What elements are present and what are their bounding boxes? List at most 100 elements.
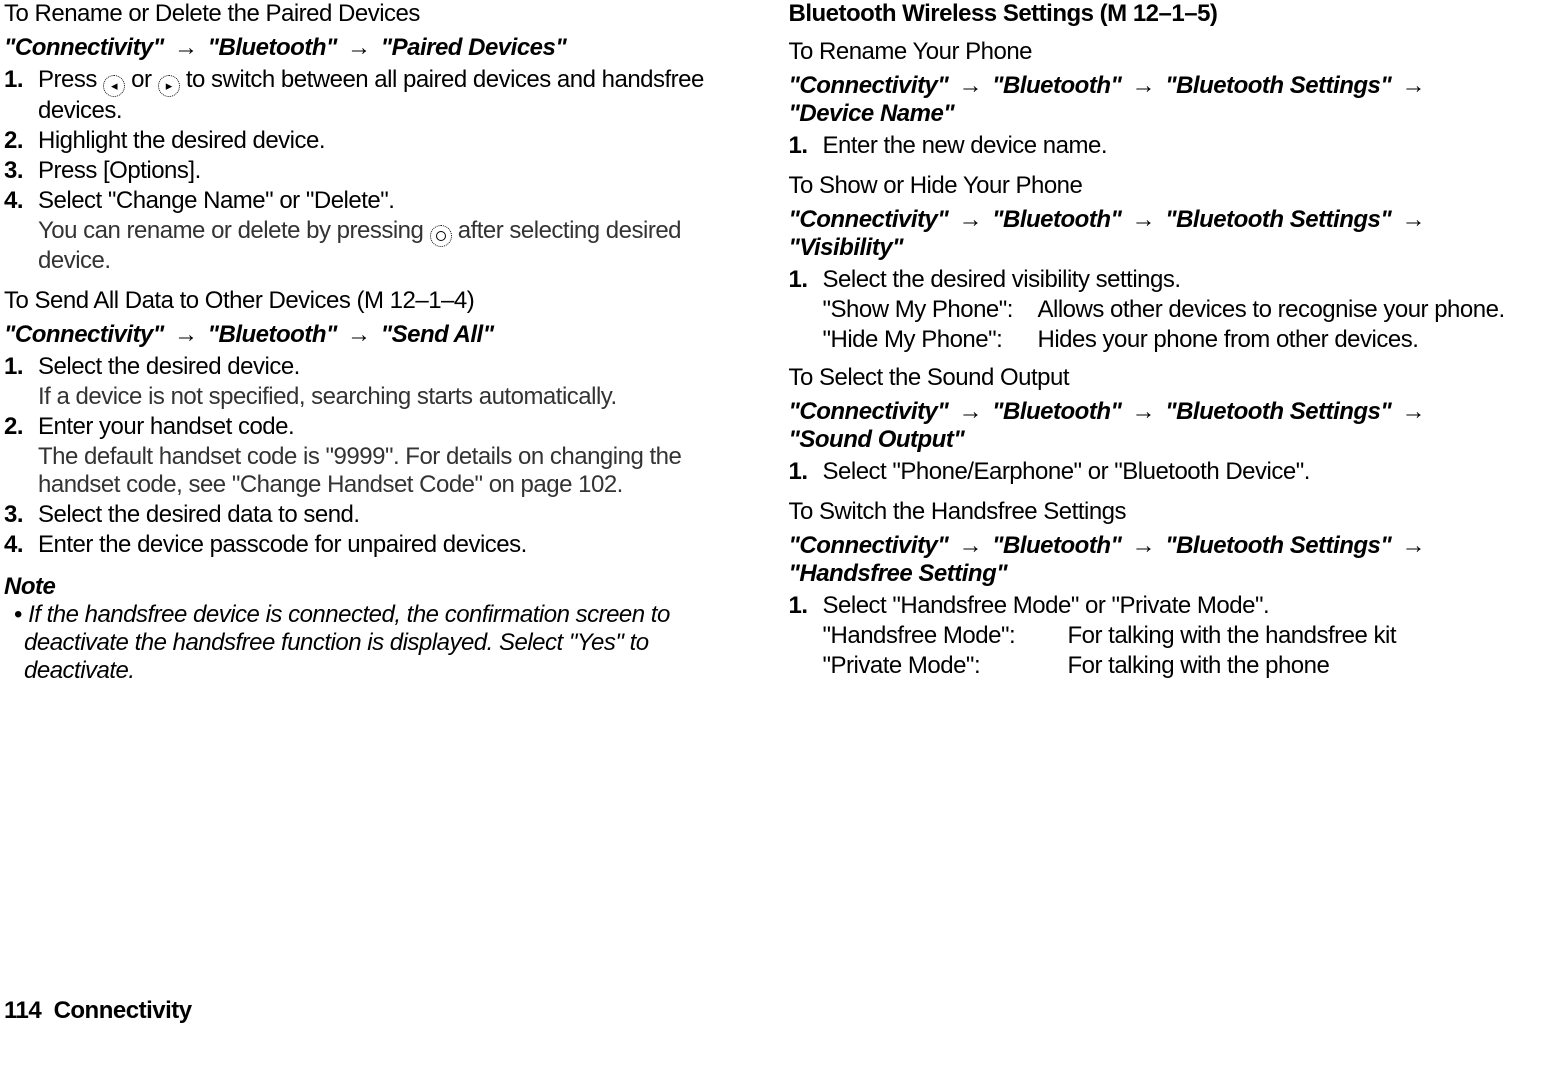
heading-bt-settings: Bluetooth Wireless Settings (M 12–1–5) xyxy=(789,0,1514,28)
arrow-icon: → xyxy=(343,34,375,62)
right-key-icon: ▸ xyxy=(158,75,180,97)
step-item: 1. Select "Phone/Earphone" or "Bluetooth… xyxy=(789,458,1514,486)
breadcrumb-handsfree: "Connectivity" → "Bluetooth" → "Bluetoot… xyxy=(789,532,1514,588)
step-text: Select the desired visibility settings. xyxy=(823,266,1514,294)
text-part: Select the desired device. xyxy=(38,353,300,380)
breadcrumb-device-name: "Connectivity" → "Bluetooth" → "Bluetoot… xyxy=(789,72,1514,128)
bc-part: "Bluetooth Settings" xyxy=(1165,532,1391,559)
step-text: Enter the device passcode for unpaired d… xyxy=(38,531,729,559)
step-text: Enter your handset code. The default han… xyxy=(38,413,729,499)
breadcrumb-sound-output: "Connectivity" → "Bluetooth" → "Bluetoot… xyxy=(789,398,1514,454)
breadcrumb-visibility: "Connectivity" → "Bluetooth" → "Bluetoot… xyxy=(789,206,1514,262)
step-text: Highlight the desired device. xyxy=(38,127,729,155)
left-column: To Rename or Delete the Paired Devices "… xyxy=(0,0,729,1025)
def-term-handsfree-mode: "Handsfree Mode": xyxy=(823,622,1068,650)
text-part: Select "Change Name" or "Delete". xyxy=(38,187,394,214)
heading-rename-delete: To Rename or Delete the Paired Devices xyxy=(4,0,729,28)
step-text: Select "Change Name" or "Delete". You ca… xyxy=(38,187,729,275)
heading-send-all: To Send All Data to Other Devices (M 12–… xyxy=(4,287,729,315)
step-number: 1. xyxy=(789,132,823,160)
step-item: 1. Select the desired visibility setting… xyxy=(789,266,1514,294)
step-text: Select "Handsfree Mode" or "Private Mode… xyxy=(823,592,1514,620)
bc-part: "Bluetooth" xyxy=(208,321,337,348)
definition-row: "Private Mode": For talking with the pho… xyxy=(789,652,1514,680)
step-number: 3. xyxy=(4,501,38,529)
step-item: 1. Select the desired device. If a devic… xyxy=(4,353,729,411)
bc-part: "Sound Output" xyxy=(789,426,965,453)
note-heading: Note xyxy=(4,573,729,601)
step-item: 2. Highlight the desired device. xyxy=(4,127,729,155)
step-item: 4. Select "Change Name" or "Delete". You… xyxy=(4,187,729,275)
arrow-icon: → xyxy=(954,398,986,426)
step-number: 1. xyxy=(4,353,38,381)
heading-text: To Send All Data to Other Devices xyxy=(4,287,357,314)
step-number: 4. xyxy=(4,531,38,559)
bc-part: "Send All" xyxy=(381,321,494,348)
bc-part: "Bluetooth" xyxy=(992,206,1121,233)
steps-rename-delete: 1. Press ◂ or ▸ to switch between all pa… xyxy=(4,66,729,275)
bc-part: "Bluetooth Settings" xyxy=(1165,398,1391,425)
steps-send-all: 1. Select the desired device. If a devic… xyxy=(4,353,729,559)
heading-text: Bluetooth Wireless Settings xyxy=(789,0,1100,27)
breadcrumb-paired-devices: "Connectivity" → "Bluetooth" → "Paired D… xyxy=(4,34,729,62)
arrow-icon: → xyxy=(1128,532,1160,560)
arrow-icon: → xyxy=(954,532,986,560)
step-text: Select the desired data to send. xyxy=(38,501,729,529)
subheading-visibility: To Show or Hide Your Phone xyxy=(789,172,1514,200)
page-footer: 114 Connectivity xyxy=(4,997,192,1025)
step-subtext: If a device is not specified, searching … xyxy=(38,383,729,411)
bc-part: "Bluetooth" xyxy=(992,72,1121,99)
step-item: 1. Press ◂ or ▸ to switch between all pa… xyxy=(4,66,729,125)
steps-visibility: 1. Select the desired visibility setting… xyxy=(789,266,1514,294)
definition-row: "Handsfree Mode": For talking with the h… xyxy=(789,622,1514,650)
text-part: Enter your handset code. xyxy=(38,413,294,440)
bc-part: "Handsfree Setting" xyxy=(789,560,1008,587)
step-item: 1. Select "Handsfree Mode" or "Private M… xyxy=(789,592,1514,620)
steps-device-name: 1. Enter the new device name. xyxy=(789,132,1514,160)
bc-part: "Bluetooth" xyxy=(208,34,337,61)
bc-part: "Connectivity" xyxy=(4,321,164,348)
menu-index: (M 12–1–5) xyxy=(1100,0,1218,27)
step-item: 3. Select the desired data to send. xyxy=(4,501,729,529)
step-item: 3. Press [Options]. xyxy=(4,157,729,185)
bc-part: "Connectivity" xyxy=(789,532,949,559)
step-number: 4. xyxy=(4,187,38,215)
bc-part: "Visibility" xyxy=(789,234,904,261)
step-number: 2. xyxy=(4,413,38,441)
arrow-icon: → xyxy=(1128,206,1160,234)
arrow-icon: → xyxy=(954,206,986,234)
step-number: 1. xyxy=(4,66,38,94)
step-number: 1. xyxy=(789,458,823,486)
step-number: 1. xyxy=(789,266,823,294)
steps-handsfree: 1. Select "Handsfree Mode" or "Private M… xyxy=(789,592,1514,620)
step-subtext: The default handset code is "9999". For … xyxy=(38,443,729,499)
page-number: 114 xyxy=(4,997,41,1024)
step-item: 4. Enter the device passcode for unpaire… xyxy=(4,531,729,559)
text-part: Press xyxy=(38,66,103,93)
text-part: or xyxy=(125,66,158,93)
arrow-icon: → xyxy=(1128,398,1160,426)
subheading-sound-output: To Select the Sound Output xyxy=(789,364,1514,392)
arrow-icon: → xyxy=(170,321,202,349)
note-body: If the handsfree device is connected, th… xyxy=(4,601,729,685)
arrow-icon: → xyxy=(1397,532,1429,560)
bc-part: "Connectivity" xyxy=(789,72,949,99)
bc-part: "Bluetooth Settings" xyxy=(1165,72,1391,99)
definition-row: "Show My Phone": Allows other devices to… xyxy=(789,296,1514,324)
step-number: 1. xyxy=(789,592,823,620)
bc-part: "Bluetooth Settings" xyxy=(1165,206,1391,233)
step-subtext: You can rename or delete by pressing aft… xyxy=(38,217,729,275)
text-part: You can rename or delete by pressing xyxy=(38,217,430,244)
def-desc-handsfree-mode: For talking with the handsfree kit xyxy=(1068,622,1514,650)
def-term-show-phone: "Show My Phone": xyxy=(823,296,1038,324)
subheading-handsfree: To Switch the Handsfree Settings xyxy=(789,498,1514,526)
step-text: Press [Options]. xyxy=(38,157,729,185)
bc-part: "Bluetooth" xyxy=(992,532,1121,559)
def-desc-private-mode: For talking with the phone xyxy=(1068,652,1514,680)
step-text: Enter the new device name. xyxy=(823,132,1514,160)
bc-part: "Paired Devices" xyxy=(381,34,567,61)
arrow-icon: → xyxy=(170,34,202,62)
def-desc-hide-phone: Hides your phone from other devices. xyxy=(1038,326,1514,354)
right-column: Bluetooth Wireless Settings (M 12–1–5) T… xyxy=(789,0,1514,1025)
steps-sound-output: 1. Select "Phone/Earphone" or "Bluetooth… xyxy=(789,458,1514,486)
